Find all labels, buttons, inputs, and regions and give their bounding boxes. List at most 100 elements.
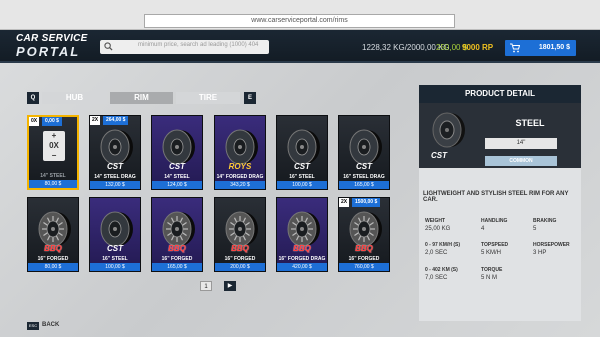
brand-label: BBQ bbox=[355, 244, 373, 253]
tab-tire[interactable]: TIRE bbox=[176, 92, 240, 104]
product-name: 16" FORGED bbox=[224, 256, 256, 262]
product-price: 80,00 $ bbox=[28, 263, 78, 271]
product-description: LIGHTWEIGHT AND STYLISH STEEL RIM FOR AN… bbox=[423, 191, 569, 203]
stat-topspeed: TOPSPEED 5 KM/H bbox=[481, 242, 509, 256]
brand-label: ROYS bbox=[228, 162, 252, 171]
product-price: 100,00 $ bbox=[277, 181, 327, 189]
product-name: 16" STEEL bbox=[102, 256, 128, 262]
rim-icon bbox=[225, 129, 258, 165]
product-name: 16" STEEL DRAG bbox=[343, 174, 385, 180]
rim-image-icon bbox=[432, 112, 465, 148]
logo-line-1: CAR SERVICE bbox=[16, 33, 88, 44]
product-name: STEEL bbox=[515, 118, 545, 128]
page-number[interactable]: 1 bbox=[200, 281, 212, 291]
cart-icon bbox=[510, 43, 520, 53]
search-placeholder: minimum price, search ad leading (1000) … bbox=[138, 42, 259, 48]
address-field[interactable]: www.carserviceportal.com/rims bbox=[144, 14, 455, 28]
rim-icon bbox=[225, 211, 258, 247]
cost-badge: 264,00 $ bbox=[103, 116, 129, 125]
brand-label: CST bbox=[107, 162, 123, 171]
stat-handling: HANDLING 4 bbox=[481, 218, 508, 232]
product-name: 16" FORGED bbox=[37, 256, 69, 262]
stat-weight: WEIGHT 25,00 KG bbox=[425, 218, 451, 232]
logo-line-2: PORTAL bbox=[16, 44, 81, 59]
product-card[interactable]: CST 16" STEEL 100,00 $ bbox=[276, 115, 328, 190]
product-name: 16" FORGED bbox=[161, 256, 193, 262]
product-price: 100,00 $ bbox=[90, 263, 140, 271]
rim-icon bbox=[287, 129, 320, 165]
esc-key[interactable]: ESC bbox=[27, 322, 39, 330]
brand-label: BBQ bbox=[168, 244, 186, 253]
product-name: 14" STEEL bbox=[164, 174, 190, 180]
product-name: 14" STEEL DRAG bbox=[94, 174, 136, 180]
product-price: 165,00 $ bbox=[339, 181, 389, 189]
product-price: 760,00 $ bbox=[339, 263, 389, 271]
product-price: 420,00 $ bbox=[277, 263, 327, 271]
brand-label: BBQ bbox=[293, 244, 311, 253]
product-card[interactable]: BBQ 16" FORGED DRAG 420,00 $ bbox=[276, 197, 328, 272]
tab-rim[interactable]: RIM bbox=[110, 92, 173, 104]
product-size: 14" bbox=[485, 138, 557, 149]
rim-icon bbox=[162, 211, 195, 247]
next-tab-key[interactable]: E bbox=[244, 92, 256, 104]
product-brand: CST bbox=[431, 151, 447, 160]
product-price: 124,00 $ bbox=[152, 181, 202, 189]
stat-braking: BRAKING 5 bbox=[533, 218, 557, 232]
rim-icon bbox=[349, 211, 382, 247]
brand-label: CST bbox=[356, 162, 372, 171]
brand-label: BBQ bbox=[231, 244, 249, 253]
stat-horsepower: HORSEPOWER 3 HP bbox=[533, 242, 570, 256]
logo: CAR SERVICE PORTAL bbox=[16, 33, 90, 60]
rarity-badge: COMMON bbox=[485, 156, 557, 166]
rim-icon bbox=[287, 211, 320, 247]
quantity-badge: 0X bbox=[29, 117, 40, 126]
rim-icon bbox=[38, 211, 71, 247]
cart-button[interactable]: 1801,50 $ bbox=[505, 40, 576, 56]
product-card[interactable]: CST 14" STEEL DRAG 132,00 $ 2X 264,00 $ bbox=[89, 115, 141, 190]
product-card[interactable]: +0X − 14" STEEL 80,00 $ 0X 0,00 $ bbox=[27, 115, 79, 190]
product-detail-panel: PRODUCT DETAIL CST STEEL 14" COMMON LIGH… bbox=[419, 85, 581, 321]
stat-accel-402: 0 - 402 KM (S) 7,0 SEC bbox=[425, 267, 458, 281]
search-icon bbox=[104, 42, 113, 51]
product-name: 14" STEEL bbox=[40, 173, 66, 179]
product-name: 14" FORGED DRAG bbox=[216, 174, 264, 180]
product-card[interactable]: BBQ 16" FORGED 200,00 $ bbox=[214, 197, 266, 272]
rim-icon bbox=[162, 129, 195, 165]
product-card[interactable]: ROYS 14" FORGED DRAG 343,20 $ bbox=[214, 115, 266, 190]
next-page-button[interactable]: ▶ bbox=[224, 281, 236, 291]
add-quantity-control[interactable]: +0X − bbox=[43, 131, 65, 161]
quantity-badge: 2X bbox=[90, 116, 101, 125]
browser-bar: www.carserviceportal.com/rims bbox=[0, 0, 600, 30]
search-input[interactable]: minimum price, search ad leading (1000) … bbox=[100, 40, 269, 54]
product-price: 200,00 $ bbox=[215, 263, 265, 271]
product-image-area: CST STEEL 14" COMMON bbox=[419, 103, 581, 168]
product-name: 16" FORGED bbox=[348, 256, 380, 262]
product-card[interactable]: CST 14" STEEL 124,00 $ bbox=[151, 115, 203, 190]
brand-label: CST bbox=[107, 244, 123, 253]
quantity-badge: 2X bbox=[339, 198, 350, 207]
cart-total: 1801,50 $ bbox=[538, 44, 570, 51]
back-button[interactable]: BACK bbox=[42, 322, 59, 328]
product-price: 80,00 $ bbox=[29, 180, 77, 188]
product-detail-header: PRODUCT DETAIL bbox=[419, 85, 581, 103]
product-price: 165,00 $ bbox=[152, 263, 202, 271]
product-card[interactable]: BBQ 16" FORGED 80,00 $ bbox=[27, 197, 79, 272]
rim-icon bbox=[349, 129, 382, 165]
product-card[interactable]: BBQ 16" FORGED 165,00 $ bbox=[151, 197, 203, 272]
product-card[interactable]: BBQ 16" FORGED 760,00 $ 2X 1500,00 $ bbox=[338, 197, 390, 272]
prev-tab-key[interactable]: Q bbox=[27, 92, 39, 104]
brand-label: CST bbox=[294, 162, 310, 171]
tab-hub[interactable]: HUB bbox=[42, 92, 107, 104]
product-name: 16" FORGED DRAG bbox=[278, 256, 326, 262]
rim-icon bbox=[100, 129, 133, 165]
rim-icon bbox=[100, 211, 133, 247]
product-name: 16" STEEL bbox=[289, 174, 315, 180]
product-price: 132,00 $ bbox=[90, 181, 140, 189]
product-card[interactable]: CST 16" STEEL 100,00 $ bbox=[89, 197, 141, 272]
stat-accel-97: 0 - 97 KM/H (S) 2,0 SEC bbox=[425, 242, 461, 256]
product-card[interactable]: CST 16" STEEL DRAG 165,00 $ bbox=[338, 115, 390, 190]
brand-label: BBQ bbox=[44, 244, 62, 253]
cost-badge: 1500,00 $ bbox=[352, 198, 381, 207]
cost-badge: 0,00 $ bbox=[42, 117, 62, 126]
rp-balance: 9000 RP bbox=[462, 43, 494, 52]
